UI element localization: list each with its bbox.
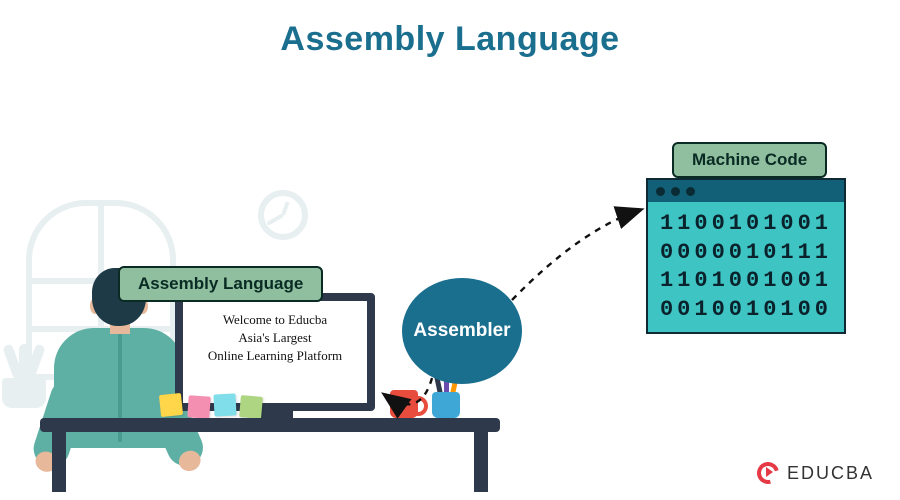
machine-code-window: 1100101001 0000010111 1101001001 0010010…	[646, 178, 846, 334]
monitor-screen-text: Welcome to Educba Asia's Largest Online …	[189, 311, 361, 366]
window-dot-icon	[656, 187, 665, 196]
window-dot-icon	[671, 187, 680, 196]
brand-logo: EDUCBA	[757, 462, 874, 484]
bits-row: 1100101001	[660, 211, 832, 236]
machine-code-label: Machine Code	[672, 142, 827, 178]
screen-line-2: Asia's Largest	[189, 329, 361, 347]
mug-icon	[390, 390, 418, 418]
bits-row: 0000010111	[660, 240, 832, 265]
sticky-note-icon	[187, 395, 210, 418]
assembly-language-label: Assembly Language	[118, 266, 323, 302]
plant-decoration	[2, 378, 46, 408]
window-titlebar	[648, 180, 844, 202]
brand-mark-icon	[757, 462, 779, 484]
sticky-note-icon	[239, 395, 263, 419]
screen-line-1: Welcome to Educba	[189, 311, 361, 329]
bits-row: 0010010100	[660, 297, 832, 322]
bits-row: 1101001001	[660, 268, 832, 293]
page-title: Assembly Language	[0, 20, 900, 59]
desk-illustration	[40, 418, 500, 488]
machine-code-bits: 1100101001 0000010111 1101001001 0010010…	[648, 202, 844, 332]
sticky-note-icon	[159, 393, 183, 417]
brand-text: EDUCBA	[787, 463, 874, 484]
sticky-note-icon	[213, 393, 236, 416]
assembler-node: Assembler	[402, 278, 522, 384]
window-dot-icon	[686, 187, 695, 196]
screen-line-3: Online Learning Platform	[189, 347, 361, 365]
clock-icon	[258, 190, 308, 240]
arrow-assembler-to-machinecode	[512, 210, 640, 300]
assembler-label: Assembler	[413, 320, 510, 342]
